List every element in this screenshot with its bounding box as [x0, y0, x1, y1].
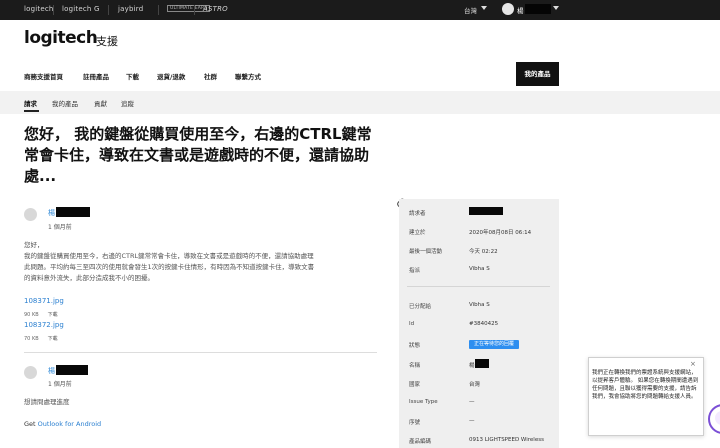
panel-divider	[407, 286, 550, 287]
nav-community[interactable]: 社群	[204, 71, 217, 81]
detail-value: #3840425	[469, 321, 499, 327]
detail-label: 名稱	[409, 363, 421, 369]
active-tab-indicator	[24, 110, 39, 112]
detail-label: 序號	[409, 420, 421, 426]
nav-register-product[interactable]: 註冊產品	[83, 71, 109, 81]
comment-footer: Get Outlook for Android	[24, 419, 374, 430]
comment-author[interactable]: 楊	[48, 208, 55, 218]
avatar	[24, 366, 37, 379]
detail-label: 產品編碼	[409, 439, 432, 445]
chat-message: 我們正在轉換我們的票證系統與支援網站，以提昇客戶體驗。 如果您在轉換期間遭遇到任…	[592, 370, 699, 400]
close-icon[interactable]: ×	[690, 360, 696, 368]
brand-separator	[53, 5, 54, 15]
detail-label: 請求者	[409, 211, 426, 217]
detail-value: 楊	[469, 363, 475, 369]
attachment-size: 90 KB	[24, 312, 39, 318]
sub-nav-bar	[0, 91, 720, 114]
avatar	[24, 208, 37, 221]
detail-label: Issue Type	[409, 399, 438, 405]
brand-jaybird[interactable]: jaybird	[118, 5, 143, 13]
status-badge: 正在等待您的回覆	[469, 340, 520, 349]
logitech-logo[interactable]: logitech	[24, 28, 98, 48]
my-products-button[interactable]: 我的產品	[516, 62, 559, 86]
download-link[interactable]: 下載	[48, 312, 58, 318]
detail-label: 狀態	[409, 343, 421, 349]
detail-value: 2020年08月08日 06:14	[469, 230, 532, 236]
redacted-username	[525, 4, 551, 14]
comment-time: 1 個月前	[48, 381, 72, 388]
tab-requests[interactable]: 請求	[24, 98, 37, 108]
comment-line: 想請問處理進度	[24, 398, 70, 406]
detail-value: 台灣	[469, 382, 481, 388]
brand-logitech-g[interactable]: logitech G	[62, 5, 100, 13]
brand-separator	[194, 5, 195, 15]
detail-value: —	[469, 418, 475, 424]
outlook-link[interactable]: Outlook for Android	[38, 420, 102, 428]
redacted-requester	[469, 207, 503, 215]
comment-divider	[24, 352, 377, 353]
attachment-link[interactable]: 108372.jpg	[24, 321, 64, 329]
request-title: 您好， 我的鍵盤從購買使用至今，右邊的CTRL鍵常常會卡住，導致在文書或是遊戲時…	[24, 125, 372, 185]
comment-line: 此問題。平均約每三至四次的使用就會發生1次的按鍵卡住情形，有時因為不知道按鍵卡住…	[24, 263, 315, 271]
nav-business-support[interactable]: 商務支援首頁	[24, 71, 63, 81]
nav-contact[interactable]: 聯繫方式	[235, 71, 261, 81]
tab-following[interactable]: 追蹤	[121, 98, 134, 108]
brand-astro[interactable]: ASTRO	[203, 5, 228, 13]
user-name[interactable]: 楊	[517, 5, 524, 15]
user-avatar[interactable]	[502, 3, 514, 15]
comment-line: 您好，	[24, 241, 44, 249]
language-selector[interactable]: 台灣	[464, 5, 477, 15]
comment-author[interactable]: 楊	[48, 366, 55, 376]
chevron-down-icon[interactable]	[553, 6, 559, 10]
comment-line: 我的鍵盤從購買使用至今，右邊的CTRL鍵常常會卡住，導致在文書或是遊戲時的不便，…	[24, 252, 314, 260]
detail-label: 最後一個活動	[409, 249, 443, 255]
redacted-author	[56, 207, 90, 217]
nav-downloads[interactable]: 下載	[126, 71, 139, 81]
comment-body: 想請問處理進度	[24, 397, 374, 408]
comment-body: 您好， 我的鍵盤從購買使用至今，右邊的CTRL鍵常常會卡住，導致在文書或是遊戲時…	[24, 240, 374, 284]
attachment-link[interactable]: 108371.jpg	[24, 297, 64, 305]
redacted-author	[56, 365, 88, 375]
redacted-name	[475, 359, 489, 368]
footer-prefix: Get	[24, 420, 38, 428]
detail-label: 已分配給	[409, 304, 432, 310]
detail-value: 0913 LIGHTSPEED Wireless	[469, 437, 544, 443]
attachment-size: 70 KB	[24, 336, 39, 342]
brand-separator	[108, 5, 109, 15]
detail-value: 今天 02:22	[469, 249, 498, 255]
detail-value: —	[469, 399, 475, 405]
chevron-down-icon[interactable]	[481, 6, 487, 10]
tab-my-products[interactable]: 我的產品	[52, 98, 78, 108]
section-title: 支援	[96, 35, 118, 48]
comment-time: 1 個月前	[48, 224, 72, 231]
brand-separator	[158, 5, 159, 15]
brand-logitech[interactable]: logitech	[24, 5, 54, 13]
detail-label: 建立於	[409, 230, 426, 236]
comment-line: 的資料意外流失，此部分造成我不小的困擾。	[24, 274, 154, 282]
detail-label: 國家	[409, 382, 421, 388]
attachment-meta: 70 KB 下載	[24, 335, 58, 342]
detail-label: 指派	[409, 268, 421, 274]
detail-value: Vibha S	[469, 266, 490, 272]
detail-label: Id	[409, 321, 415, 327]
nav-returns[interactable]: 退貨/退款	[157, 71, 185, 81]
attachment-meta: 90 KB 下載	[24, 311, 58, 318]
brand-bar: logitech logitech G jaybird ULTIMATE EAR…	[0, 0, 720, 20]
detail-value: Vibha S	[469, 302, 490, 308]
tab-contributions[interactable]: 貢獻	[94, 98, 107, 108]
download-link[interactable]: 下載	[48, 336, 58, 342]
